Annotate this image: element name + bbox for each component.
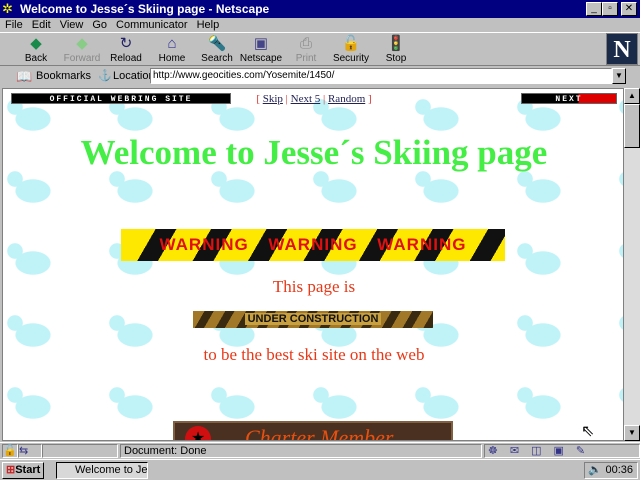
system-tray: 🔈 00:36	[584, 462, 638, 479]
aim-icon[interactable]: ✎	[576, 445, 597, 457]
charter-member-banner[interactable]: ★ Charter Member	[173, 421, 453, 441]
page-proxy-icon[interactable]: ⚓	[98, 69, 112, 82]
under-construction-banner: UNDER CONSTRUCTION	[193, 311, 433, 328]
under-construction-text: UNDER CONSTRUCTION	[244, 313, 382, 325]
stop-button[interactable]: 🚦 Stop	[374, 35, 418, 65]
next5-link[interactable]: Next 5	[291, 93, 321, 105]
charter-text: Charter Member	[245, 425, 394, 441]
reload-button[interactable]: ↻ Reload	[104, 35, 148, 65]
netscape-logo[interactable]: N	[606, 33, 638, 65]
mail-icon[interactable]: ✉	[510, 445, 531, 457]
netscape-label: Netscape	[239, 53, 283, 64]
maximize-button[interactable]: ▫	[602, 2, 618, 16]
menu-file[interactable]: File	[5, 19, 23, 31]
reload-icon: ↻	[119, 35, 133, 52]
forward-arrow-icon: ◆	[76, 35, 88, 52]
forward-label: Forward	[63, 53, 101, 64]
taskbar-netscape-window[interactable]: Welcome to Jesse´s ...	[56, 462, 148, 479]
back-label: Back	[24, 53, 48, 64]
navigation-toolbar: ◆ Back ◆ Forward ↻ Reload ⌂ Home 🔦 Search ▣ Ne…	[0, 32, 640, 66]
bookmarks-button[interactable]: Bookmarks	[36, 70, 91, 82]
back-arrow-icon: ◆	[30, 35, 42, 52]
minimize-button[interactable]: _	[586, 2, 602, 16]
security-label: Security	[332, 53, 370, 64]
task-label: Welcome to Jesse´s ...	[75, 464, 148, 476]
stop-icon: 🚦	[386, 35, 406, 52]
home-button[interactable]: ⌂ Home	[150, 35, 194, 65]
print-button[interactable]: ⎙ Print	[284, 35, 328, 65]
menu-edit[interactable]: Edit	[32, 19, 51, 31]
intro-text: This page is	[272, 277, 356, 296]
vertical-scrollbar[interactable]: ▲ ▼	[624, 88, 640, 441]
scroll-up-button[interactable]: ▲	[624, 88, 640, 104]
next-banner[interactable]: NEXT	[521, 93, 617, 104]
skip-link[interactable]: Skip	[263, 93, 283, 105]
tagline-text: to be the best ski site on the web	[203, 345, 425, 364]
security-button[interactable]: 🔓 Security	[329, 35, 373, 65]
print-icon: ⎙	[299, 35, 312, 52]
menu-communicator[interactable]: Communicator	[116, 19, 188, 31]
menu-help[interactable]: Help	[197, 19, 220, 31]
scroll-thumb[interactable]	[624, 104, 640, 148]
component-bar: ☸✉◫▣✎	[484, 444, 640, 458]
status-text: Document: Done	[120, 444, 482, 458]
forward-button[interactable]: ◆ Forward	[60, 35, 104, 65]
security-lock-icon: 🔓	[341, 35, 361, 52]
netscape-icon: ▣	[253, 35, 269, 52]
scroll-down-button[interactable]: ▼	[624, 425, 640, 441]
clock[interactable]: 00:36	[605, 464, 633, 476]
menu-view[interactable]: View	[60, 19, 84, 31]
search-icon: 🔦	[207, 35, 227, 52]
home-label: Home	[158, 53, 186, 64]
connection-icon: ⇆	[18, 444, 42, 458]
page-heading: Welcome to Jesse´s Skiing page	[80, 133, 548, 172]
start-button[interactable]: ⊞Start	[2, 462, 44, 479]
stop-label: Stop	[385, 53, 407, 64]
progress-bar	[42, 444, 118, 458]
status-bar: 🔓 ⇆ Document: Done ☸✉◫▣✎	[0, 442, 640, 458]
bracket: [	[256, 93, 260, 105]
netscape-button[interactable]: ▣ Netscape	[239, 35, 283, 65]
discussions-icon[interactable]: ◫	[531, 445, 553, 457]
bookmarks-icon: 📖	[16, 69, 33, 84]
window-title: Welcome to Jesse´s Skiing page - Netscap…	[20, 2, 270, 16]
start-label: Start	[15, 464, 41, 476]
reload-label: Reload	[110, 53, 142, 64]
search-button[interactable]: 🔦 Search	[195, 35, 239, 65]
location-input[interactable]: http://www.geocities.com/Yosemite/1450/	[150, 68, 612, 84]
taskbar: ⊞Start Welcome to Jesse´s ... 🔈00:36	[0, 459, 640, 480]
close-button[interactable]: ✕	[621, 2, 637, 16]
mouse-cursor-icon: ⇖	[581, 423, 595, 440]
back-button[interactable]: ◆ Back	[14, 35, 58, 65]
navigator-icon[interactable]: ☸	[488, 445, 510, 457]
warning-banner: WARNING WARNING WARNING	[121, 229, 505, 261]
composer-icon[interactable]: ▣	[554, 445, 576, 457]
windows-logo-icon: ⊞	[6, 464, 16, 476]
menu-bar: File Edit View Go Communicator Help	[0, 18, 640, 32]
location-dropdown-button[interactable]: ▼	[612, 68, 626, 84]
security-status-icon[interactable]: 🔓	[2, 444, 18, 458]
netscape-app-icon[interactable]: ✲	[2, 2, 16, 16]
title-bar: Welcome to Jesse´s Skiing page - Netscap…	[0, 0, 640, 18]
page-content: OFFICIAL WEBRING SITE [ Skip | Next 5 | …	[2, 88, 624, 441]
menu-go[interactable]: Go	[92, 19, 107, 31]
star-icon: ★	[185, 426, 211, 440]
home-icon: ⌂	[167, 35, 177, 52]
print-label: Print	[295, 53, 317, 64]
volume-icon[interactable]: 🔈	[585, 463, 602, 478]
random-link[interactable]: Random	[328, 93, 365, 105]
bracket: ]	[368, 93, 372, 105]
search-label: Search	[201, 53, 233, 64]
